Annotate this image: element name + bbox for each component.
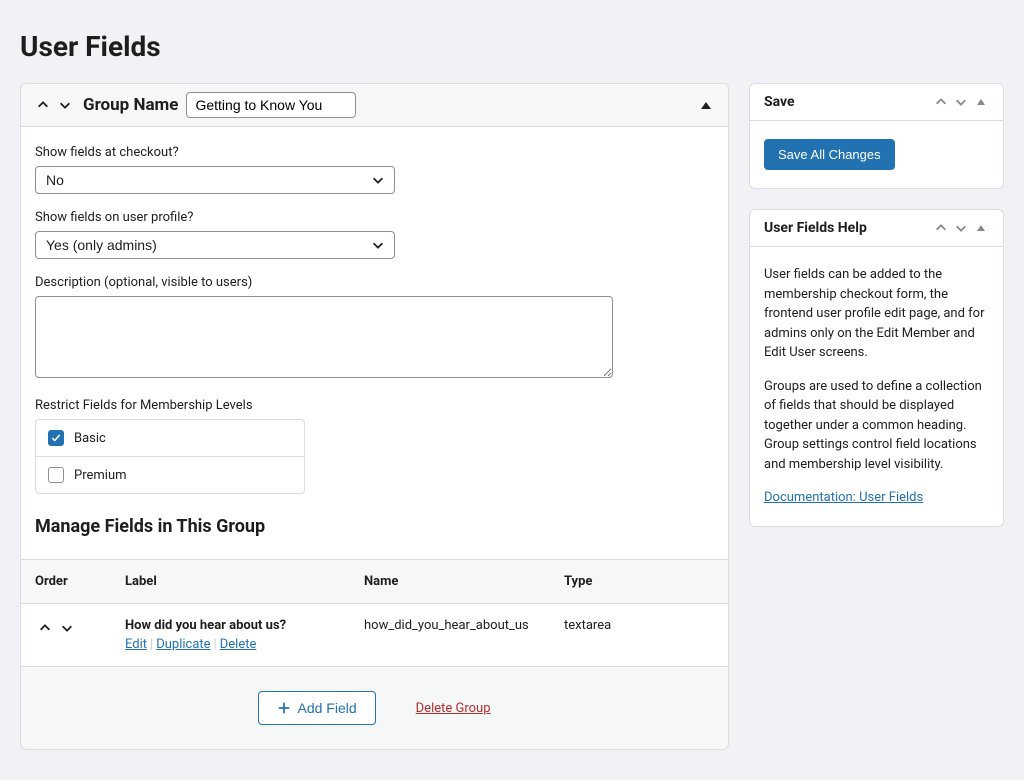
group-collapse-toggle[interactable] <box>696 95 716 115</box>
field-name-text: how_did_you_hear_about_us <box>364 618 564 633</box>
checkout-label: Show fields at checkout? <box>35 145 714 160</box>
col-name: Name <box>364 574 564 589</box>
chevron-down-icon <box>58 98 72 112</box>
caret-up-icon <box>977 99 985 105</box>
documentation-link[interactable]: Documentation: User Fields <box>764 488 989 508</box>
help-paragraph-1: User fields can be added to the membersh… <box>764 265 989 363</box>
plus-icon <box>277 701 291 715</box>
level-item-premium[interactable]: Premium <box>36 457 304 493</box>
chevron-up-icon <box>934 95 948 109</box>
add-field-button[interactable]: Add Field <box>258 691 375 725</box>
restrict-label: Restrict Fields for Membership Levels <box>35 398 714 413</box>
level-label: Basic <box>74 431 106 446</box>
checkout-field: Show fields at checkout? No <box>35 145 714 194</box>
help-panel: User Fields Help User fields can be adde… <box>749 209 1004 527</box>
col-label: Label <box>125 574 364 589</box>
description-field: Description (optional, visible to users) <box>35 275 714 382</box>
description-textarea[interactable] <box>35 296 613 378</box>
chevron-up-icon <box>934 221 948 235</box>
table-row: How did you hear about us? Edit|Duplicat… <box>21 604 728 667</box>
level-item-basic[interactable]: Basic <box>36 420 304 457</box>
profile-field: Show fields on user profile? Yes (only a… <box>35 210 714 259</box>
profile-select[interactable]: Yes (only admins) <box>35 231 395 259</box>
group-move-up-button[interactable] <box>33 95 53 115</box>
panel-move-down-button[interactable] <box>953 94 969 110</box>
chevron-down-icon <box>954 95 968 109</box>
restrict-field: Restrict Fields for Membership Levels Ba… <box>35 398 714 494</box>
checkbox-icon <box>48 467 64 483</box>
help-paragraph-2: Groups are used to define a collection o… <box>764 377 989 475</box>
page-title: User Fields <box>20 30 1004 63</box>
field-move-down-button[interactable] <box>57 618 77 638</box>
field-duplicate-link[interactable]: Duplicate <box>156 637 210 652</box>
profile-label: Show fields on user profile? <box>35 210 714 225</box>
help-panel-title: User Fields Help <box>764 220 867 236</box>
panel-toggle-button[interactable] <box>973 94 989 110</box>
fields-table: Order Label Name Type How <box>21 559 728 667</box>
level-label: Premium <box>74 468 127 483</box>
group-panel: Group Name Show fields at checkout? No <box>20 83 729 750</box>
delete-group-link[interactable]: Delete Group <box>416 701 491 716</box>
field-move-up-button[interactable] <box>35 618 55 638</box>
panel-toggle-button[interactable] <box>973 220 989 236</box>
panel-move-down-button[interactable] <box>953 220 969 236</box>
checkbox-icon <box>48 430 64 446</box>
caret-up-icon <box>701 102 711 109</box>
chevron-down-icon <box>60 621 74 635</box>
save-all-button[interactable]: Save All Changes <box>764 139 895 170</box>
col-order: Order <box>35 574 125 589</box>
field-label-text: How did you hear about us? <box>125 618 364 633</box>
checkout-select[interactable]: No <box>35 166 395 194</box>
field-type-text: textarea <box>564 618 714 633</box>
panel-move-up-button[interactable] <box>933 94 949 110</box>
chevron-up-icon <box>38 621 52 635</box>
col-type: Type <box>564 574 714 589</box>
panel-move-up-button[interactable] <box>933 220 949 236</box>
description-label: Description (optional, visible to users) <box>35 275 714 290</box>
field-delete-link[interactable]: Delete <box>220 637 257 652</box>
manage-fields-heading: Manage Fields in This Group <box>35 516 714 537</box>
group-move-down-button[interactable] <box>55 95 75 115</box>
chevron-down-icon <box>954 221 968 235</box>
save-panel: Save Save All Changes <box>749 83 1004 189</box>
group-name-input[interactable] <box>186 92 356 118</box>
chevron-up-icon <box>36 98 50 112</box>
field-edit-link[interactable]: Edit <box>125 637 147 652</box>
caret-up-icon <box>977 225 985 231</box>
save-panel-title: Save <box>764 94 795 110</box>
group-name-label: Group Name <box>83 95 178 115</box>
